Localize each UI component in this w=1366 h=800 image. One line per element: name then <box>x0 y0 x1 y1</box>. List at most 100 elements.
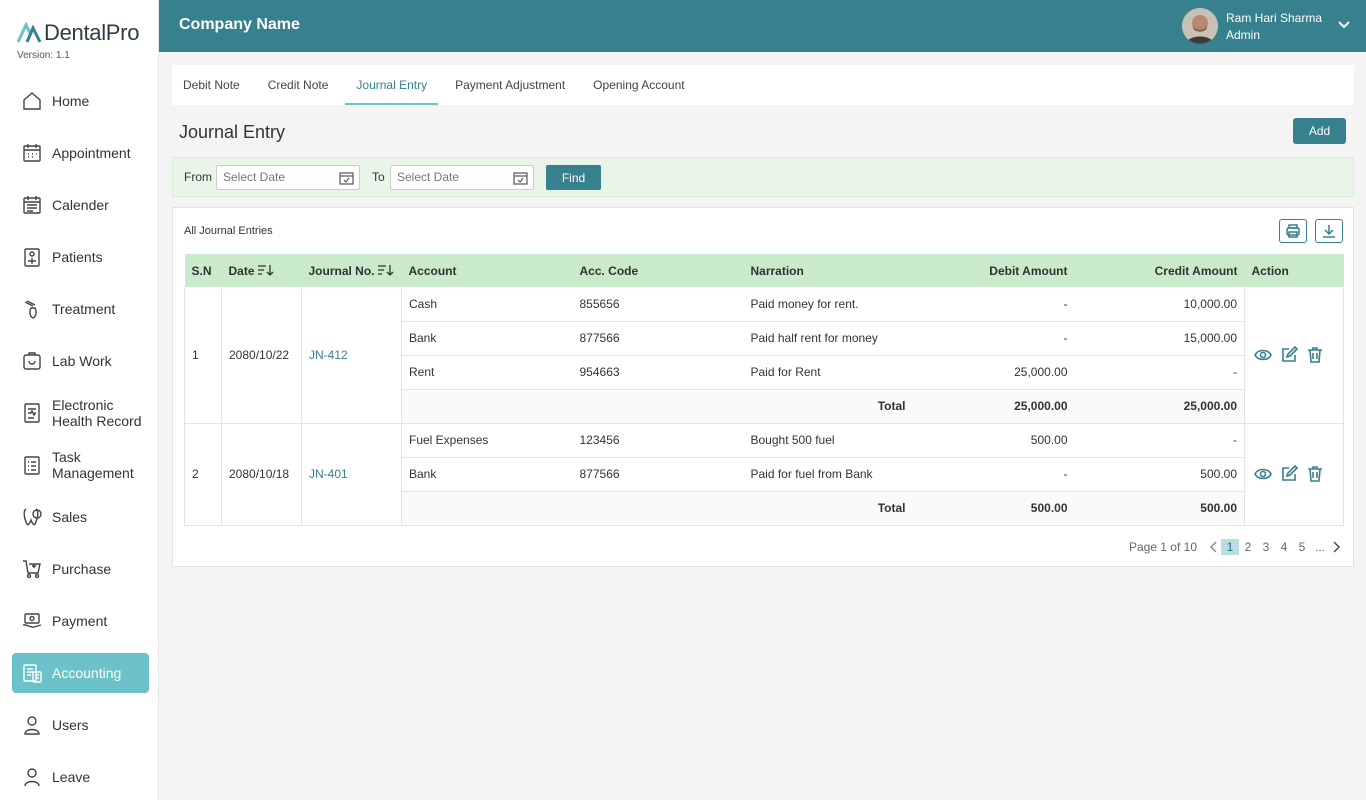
sidebar-item-label: Task Management <box>52 449 134 481</box>
sidebar: DentalPro Version: 1.1 Home Appointment Ca… <box>0 0 159 800</box>
cell-acc-code: 877566 <box>572 321 744 356</box>
cell-acc-code: 954663 <box>572 355 744 390</box>
page-number[interactable]: 4 <box>1275 539 1293 555</box>
purchase-icon <box>20 557 44 581</box>
tab-journal-entry[interactable]: Journal Entry <box>345 65 438 105</box>
cell-credit: 10,000.00 <box>1074 287 1245 322</box>
edit-icon[interactable] <box>1280 465 1298 483</box>
cell-date: 2080/10/22 <box>221 287 302 424</box>
chevron-right-icon[interactable] <box>1329 540 1343 554</box>
page-number[interactable]: 1 <box>1221 539 1239 555</box>
cell-acc-code: 855656 <box>572 287 744 322</box>
cell-acc-code: 877566 <box>572 457 744 492</box>
print-button[interactable] <box>1279 219 1307 243</box>
cell-journal-no[interactable]: JN-401 <box>301 423 402 526</box>
cell-empty <box>401 389 573 424</box>
page-number[interactable]: ... <box>1311 539 1329 555</box>
delete-icon[interactable] <box>1306 346 1324 364</box>
logo-icon <box>16 22 42 43</box>
sidebar-item-users[interactable]: Users <box>12 705 149 745</box>
from-date-input[interactable]: Select Date <box>216 165 360 190</box>
cell-credit: 500.00 <box>1074 457 1245 492</box>
tab-payment-adjustment[interactable]: Payment Adjustment <box>444 65 576 105</box>
download-button[interactable] <box>1315 219 1343 243</box>
sidebar-item-purchase[interactable]: Purchase <box>12 549 149 589</box>
calendar-icon[interactable] <box>513 171 528 185</box>
col-header-journal-no-label: Journal No. <box>308 263 375 278</box>
date-filter: From Select Date To Select Date Find <box>172 157 1354 197</box>
sort-icon[interactable] <box>377 264 395 276</box>
sort-icon[interactable] <box>257 264 275 276</box>
sidebar-nav: Home Appointment Calender Patients Treatment… <box>12 81 149 800</box>
col-header-date-label: Date <box>228 263 255 278</box>
cell-debit: - <box>912 321 1075 356</box>
task-icon <box>20 453 44 477</box>
sidebar-item-leave[interactable]: Leave <box>12 757 149 797</box>
col-header-date[interactable]: Date <box>222 254 302 287</box>
tab-opening-account[interactable]: Opening Account <box>582 65 695 105</box>
accounting-icon <box>20 661 44 685</box>
col-header-debit: Debit Amount <box>989 263 1068 278</box>
cell-credit: - <box>1074 355 1245 390</box>
edit-icon[interactable] <box>1280 345 1298 364</box>
sidebar-item-appointment[interactable]: Appointment <box>12 133 149 173</box>
sales-icon <box>20 505 44 529</box>
to-label: To <box>372 170 385 184</box>
chevron-down-icon[interactable] <box>1337 18 1351 32</box>
from-label: From <box>184 170 212 184</box>
cell-actions <box>1244 423 1344 526</box>
total-debit: 500.00 <box>912 491 1075 526</box>
delete-icon[interactable] <box>1306 465 1324 483</box>
sidebar-item-label: Sales <box>52 509 88 525</box>
add-button[interactable]: Add <box>1293 118 1346 144</box>
cell-debit: 500.00 <box>912 423 1075 458</box>
cell-narration: Bought 500 fuel <box>743 423 913 458</box>
sidebar-item-patients[interactable]: Patients <box>12 237 149 277</box>
cell-account: Bank <box>401 321 573 356</box>
page-title: Journal Entry <box>179 122 286 142</box>
sidebar-item-label: Treatment <box>52 301 116 317</box>
page-number[interactable]: 2 <box>1239 539 1257 555</box>
calendar-icon[interactable] <box>339 171 354 185</box>
chevron-left-icon[interactable] <box>1207 540 1221 554</box>
journal-no-link[interactable]: JN-412 <box>309 348 348 362</box>
sidebar-item-calender[interactable]: Calender <box>12 185 149 225</box>
sidebar-item-home[interactable]: Home <box>12 81 149 121</box>
sidebar-item-electronic-health-record[interactable]: Electronic Health Record <box>12 393 149 433</box>
top-bar: Company Name Ram Hari Sharma Admin <box>159 0 1366 52</box>
sidebar-item-task-management[interactable]: Task Management <box>12 445 149 485</box>
user-role: Admin <box>1226 28 1261 42</box>
col-header-sn: S.N <box>191 263 212 278</box>
cell-credit: - <box>1074 423 1245 458</box>
journal-no-link[interactable]: JN-401 <box>309 467 348 481</box>
sidebar-item-sales[interactable]: Sales <box>12 497 149 537</box>
find-button[interactable]: Find <box>546 165 601 190</box>
avatar[interactable] <box>1182 8 1218 44</box>
sidebar-item-payment[interactable]: Payment <box>12 601 149 641</box>
tab-debit-note[interactable]: Debit Note <box>172 65 251 105</box>
sidebar-item-accounting[interactable]: Accounting <box>12 653 149 693</box>
view-icon[interactable] <box>1254 346 1272 364</box>
app-logo[interactable]: DentalPro <box>16 20 139 46</box>
view-icon[interactable] <box>1254 465 1272 483</box>
company-name: Company Name <box>179 16 300 33</box>
to-date-input[interactable]: Select Date <box>390 165 534 190</box>
tab-credit-note[interactable]: Credit Note <box>257 65 340 105</box>
cell-narration: Paid for Rent <box>743 355 913 390</box>
cell-credit: 15,000.00 <box>1074 321 1245 356</box>
cell-journal-no[interactable]: JN-412 <box>301 287 402 424</box>
sidebar-item-label: Electronic Health Record <box>52 397 142 429</box>
home-icon <box>20 89 44 113</box>
col-header-journal-no[interactable]: Journal No. <box>302 254 402 287</box>
sidebar-item-treatment[interactable]: Treatment <box>12 289 149 329</box>
col-header-action: Action <box>1251 263 1289 278</box>
page-number[interactable]: 3 <box>1257 539 1275 555</box>
sidebar-item-label: Payment <box>52 613 108 629</box>
download-icon <box>1323 225 1335 238</box>
cell-acc-code: 123456 <box>572 423 744 458</box>
page-number[interactable]: 5 <box>1293 539 1311 555</box>
cell-date: 2080/10/18 <box>221 423 302 526</box>
users-icon <box>20 713 44 737</box>
sidebar-item-lab-work[interactable]: Lab Work <box>12 341 149 381</box>
sidebar-item-label: Users <box>52 717 89 733</box>
